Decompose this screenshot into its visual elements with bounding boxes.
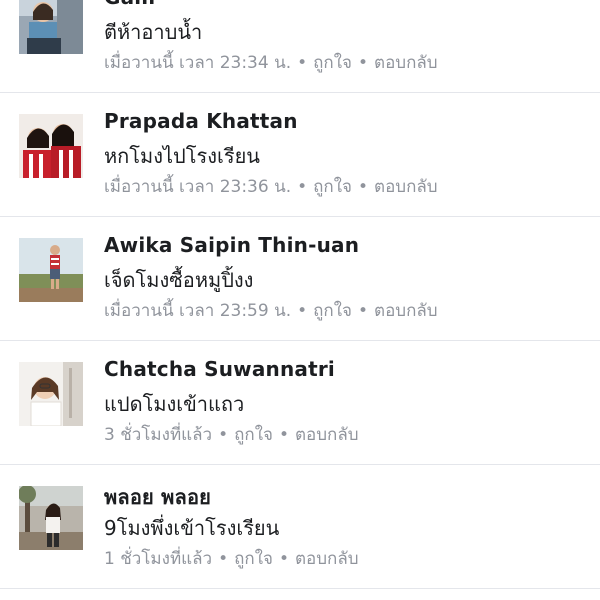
comment-item: Chatcha Suwannatri แปดโมงเข้าแถว 3 ชั่วโ…	[0, 341, 600, 465]
comment-meta: เมื่อวานนี้ เวลา 23:36 น. • ถูกใจ • ตอบกลับ	[104, 173, 438, 200]
commenter-name[interactable]: Chatcha Suwannatri	[104, 357, 335, 381]
like-link[interactable]: ถูกใจ	[234, 425, 273, 445]
comment-item: Awika Saipin Thin-uan เจ็ดโมงซื้อหมูปิ้ง…	[0, 217, 600, 341]
reply-link[interactable]: ตอบกลับ	[295, 425, 359, 445]
comment-timestamp[interactable]: เมื่อวานนี้ เวลา 23:36 น.	[104, 177, 291, 197]
separator-dot: •	[358, 301, 369, 321]
comment-item: Prapada Khattan หกโมงไปโรงเรียน เมื่อวาน…	[0, 93, 600, 217]
commenter-name[interactable]: Prapada Khattan	[104, 109, 298, 133]
comment-text: เจ็ดโมงซื้อหมูปิ้งง	[104, 268, 254, 292]
separator-dot: •	[218, 425, 229, 445]
comment-meta: 1 ชั่วโมงที่แล้ว • ถูกใจ • ตอบกลับ	[104, 545, 359, 572]
like-link[interactable]: ถูกใจ	[313, 177, 352, 197]
comment-meta: เมื่อวานนี้ เวลา 23:34 น. • ถูกใจ • ตอบกลับ	[104, 49, 438, 76]
avatar[interactable]	[19, 114, 83, 178]
separator-dot: •	[278, 425, 289, 445]
comment-timestamp[interactable]: 1 ชั่วโมงที่แล้ว	[104, 549, 212, 569]
avatar[interactable]	[19, 362, 83, 426]
separator-dot: •	[278, 549, 289, 569]
comment-meta: เมื่อวานนี้ เวลา 23:59 น. • ถูกใจ • ตอบกลับ	[104, 297, 438, 324]
reply-link[interactable]: ตอบกลับ	[295, 549, 359, 569]
comment-text: แปดโมงเข้าแถว	[104, 392, 245, 416]
comment-timestamp[interactable]: เมื่อวานนี้ เวลา 23:34 น.	[104, 53, 291, 73]
separator-dot: •	[358, 53, 369, 73]
separator-dot: •	[297, 301, 308, 321]
avatar[interactable]	[19, 0, 83, 54]
like-link[interactable]: ถูกใจ	[313, 301, 352, 321]
reply-link[interactable]: ตอบกลับ	[374, 301, 438, 321]
comment-item: Gam ตีห้าอาบน้ำ เมื่อวานนี้ เวลา 23:34 น…	[0, 0, 600, 93]
comment-text: หกโมงไปโรงเรียน	[104, 144, 260, 168]
avatar[interactable]	[19, 238, 83, 302]
reply-link[interactable]: ตอบกลับ	[374, 177, 438, 197]
comment-text: ตีห้าอาบน้ำ	[104, 20, 203, 44]
separator-dot: •	[218, 549, 229, 569]
reply-link[interactable]: ตอบกลับ	[374, 53, 438, 73]
separator-dot: •	[297, 177, 308, 197]
avatar-photo	[19, 0, 83, 54]
page-bottom-margin	[0, 590, 600, 600]
avatar[interactable]	[19, 486, 83, 550]
avatar-photo	[19, 486, 83, 550]
comment-item: พลอย พลอย 9โมงพึ่งเข้าโรงเรียน 1 ชั่วโมง…	[0, 465, 600, 589]
comment-timestamp[interactable]: 3 ชั่วโมงที่แล้ว	[104, 425, 212, 445]
comment-list: Gam ตีห้าอาบน้ำ เมื่อวานนี้ เวลา 23:34 น…	[0, 0, 600, 589]
commenter-name[interactable]: Gam	[104, 0, 155, 9]
avatar-photo	[19, 114, 83, 178]
avatar-photo	[19, 362, 83, 426]
avatar-photo	[19, 238, 83, 302]
separator-dot: •	[358, 177, 369, 197]
commenter-name[interactable]: Awika Saipin Thin-uan	[104, 233, 359, 257]
comment-text: 9โมงพึ่งเข้าโรงเรียน	[104, 516, 280, 540]
commenter-name[interactable]: พลอย พลอย	[104, 481, 211, 513]
separator-dot: •	[297, 53, 308, 73]
like-link[interactable]: ถูกใจ	[234, 549, 273, 569]
comment-timestamp[interactable]: เมื่อวานนี้ เวลา 23:59 น.	[104, 301, 291, 321]
like-link[interactable]: ถูกใจ	[313, 53, 352, 73]
comment-meta: 3 ชั่วโมงที่แล้ว • ถูกใจ • ตอบกลับ	[104, 421, 359, 448]
